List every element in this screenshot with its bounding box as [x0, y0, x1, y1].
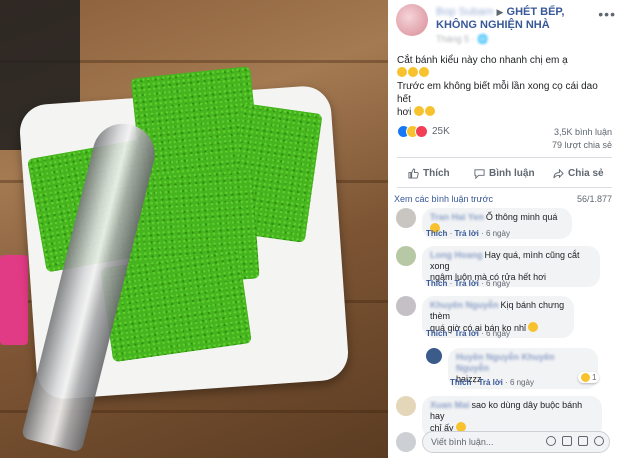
arrow-right-icon: ▶ [496, 7, 504, 17]
comment-like-link[interactable]: Thích [426, 229, 447, 238]
comment-like-link[interactable]: Thích [426, 329, 447, 338]
comment: Long Hoang Hay quá, mình cũng cắt xong ng… [396, 246, 616, 290]
commenter-avatar[interactable] [396, 396, 416, 416]
commenter-name[interactable]: Khuyên Nguyễn [430, 300, 499, 310]
current-user-avatar [396, 432, 416, 452]
comment-time[interactable]: 6 ngày [510, 378, 534, 387]
gif-icon[interactable] [578, 436, 588, 446]
love-reaction-icon [415, 125, 428, 138]
author-avatar[interactable] [396, 4, 428, 36]
comment-pagination-count: 56/1.877 [576, 194, 612, 204]
comment-time[interactable]: 6 ngày [486, 279, 510, 288]
author-line: Bop Subam ▶ GHÉT BẾP, KHÔNG NGHIỆN NHÀ [436, 6, 604, 32]
comment-composer: Viết bình luận... [396, 430, 610, 454]
author-name[interactable]: Bop Subam [436, 6, 493, 18]
comment-actions: Thích · Trả lời · 6 ngày [426, 329, 510, 338]
divider [397, 187, 612, 188]
laughing-emoji-icon [397, 67, 407, 77]
post-text-line: hơi [397, 106, 612, 119]
comment-reply-link[interactable]: Trả lời [454, 229, 478, 238]
more-options-icon[interactable]: ••• [598, 6, 616, 22]
laughing-emoji-icon [408, 67, 418, 77]
commenter-name[interactable]: Xuan Mai [430, 400, 470, 410]
comment-reply-link[interactable]: Trả lời [454, 279, 478, 288]
tongue-emoji-icon [528, 322, 539, 332]
comment: Xuan Mai sao ko dùng dây buộc bánh hay ch… [396, 396, 616, 438]
comment-actions: Thích · Trả lời · 6 ngày [426, 229, 510, 238]
comment-reply: Huyền Nguyễn Khuyên Nguyễn haizzz 1 Thíc… [426, 348, 606, 390]
post-text-fragment: hơi [397, 107, 412, 118]
commenter-avatar[interactable] [396, 246, 416, 266]
pink-object [0, 255, 28, 345]
post-timestamp[interactable]: Tháng 5 · 🌐 [436, 34, 488, 45]
commenter-name[interactable]: Huyền Nguyễn Khuyên Nguyễn [456, 352, 555, 373]
commenter-name[interactable]: Long Hoang [430, 250, 483, 260]
commenter-avatar[interactable] [396, 296, 416, 316]
laughing-emoji-icon [419, 67, 429, 77]
comment: Khuyên Nguyễn Kịq bánh chưng thèm quá giờ… [396, 296, 616, 340]
comment-like-link[interactable]: Thích [450, 378, 471, 387]
laughing-emoji-icon [425, 106, 436, 116]
comment-like-link[interactable]: Thích [426, 279, 447, 288]
post-text: Cắt bánh kiểu này cho nhanh chị em ạ Trư… [397, 54, 612, 119]
like-label: Thích [423, 167, 450, 179]
post-text-line: Cắt bánh kiểu này cho nhanh chị em ạ [397, 55, 568, 66]
comment-button[interactable]: Bình luận [474, 165, 535, 181]
thumbs-up-icon [408, 167, 419, 179]
view-previous-comments-link[interactable]: Xem các bình luận trước [394, 194, 493, 204]
comment-time[interactable]: 6 ngày [486, 229, 510, 238]
reaction-count: 25K [432, 126, 450, 137]
comment-count[interactable]: 3,5K bình luận [554, 127, 612, 137]
comment-reply-link[interactable]: Trả lời [454, 329, 478, 338]
share-button[interactable]: Chia sẻ [553, 165, 604, 181]
post-text-line: Trước em không biết mỗi lần xong cọ cái … [397, 81, 598, 105]
sticker-icon[interactable] [594, 436, 604, 446]
composer-icons [546, 436, 604, 446]
emoji-row [397, 67, 612, 80]
comment-time[interactable]: 6 ngày [486, 329, 510, 338]
comment: Tran Hai Yen Ố thông minh quá Thích · Trả… [396, 208, 616, 240]
crying-emoji-icon [414, 106, 425, 116]
commenter-name[interactable]: Tran Hai Yen [430, 212, 484, 222]
share-label: Chia sẻ [568, 167, 604, 179]
comment-text: Ố thông minh quá [485, 212, 558, 222]
comment-reaction-number: 1 [592, 373, 597, 382]
post-photo[interactable] [0, 0, 388, 458]
emoji-picker-icon[interactable] [546, 436, 556, 446]
share-count[interactable]: 79 lượt chia sẻ [552, 140, 612, 150]
facebook-photo-viewer: Bop Subam ▶ GHÉT BẾP, KHÔNG NGHIỆN NHÀ T… [0, 0, 620, 458]
like-button[interactable]: Thích [408, 165, 450, 181]
comment-reaction-count[interactable]: 1 [578, 372, 600, 383]
camera-icon[interactable] [562, 436, 572, 446]
commenter-avatar[interactable] [426, 348, 442, 364]
comment-label: Bình luận [489, 167, 535, 179]
divider [397, 157, 612, 158]
speech-bubble-icon [474, 168, 485, 179]
post-header: Bop Subam ▶ GHÉT BẾP, KHÔNG NGHIỆN NHÀ T… [396, 4, 616, 44]
share-arrow-icon [553, 168, 564, 178]
comment-reply-link[interactable]: Trả lời [478, 378, 502, 387]
comment-actions: Thích · Trả lời · 6 ngày [426, 279, 510, 288]
post-side-panel: Bop Subam ▶ GHÉT BẾP, KHÔNG NGHIỆN NHÀ T… [388, 0, 620, 458]
comment-actions: Thích · Trả lời · 6 ngày [450, 378, 534, 387]
commenter-avatar[interactable] [396, 208, 416, 228]
haha-reaction-icon [581, 373, 590, 382]
